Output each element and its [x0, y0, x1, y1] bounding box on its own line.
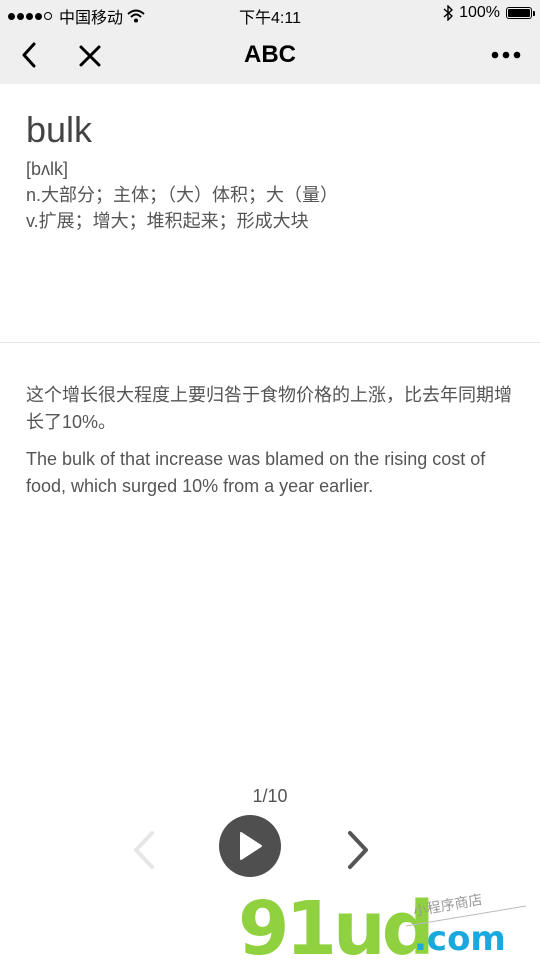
word-card: bulk [bʌlk] n.大部分；主体；（大）体积；大（量） v.扩展；增大；… [26, 108, 516, 234]
status-right: 100% [443, 4, 535, 22]
battery-percent: 100% [459, 4, 500, 21]
divider [0, 342, 540, 343]
headword: bulk [26, 109, 93, 150]
watermark-logo: 91ud .com 小程序商店 [238, 886, 527, 960]
next-button[interactable] [338, 826, 378, 874]
more-icon [491, 51, 521, 59]
phonetic: [bʌlk] [26, 159, 69, 179]
chevron-right-icon [348, 831, 368, 869]
status-bar: 中国移动 下午4:11 100% [0, 0, 540, 28]
bluetooth-icon [443, 5, 454, 21]
play-icon [240, 832, 262, 860]
battery-level [508, 9, 530, 17]
more-button[interactable] [486, 40, 526, 70]
example-sentence: 这个增长很大程度上要归咎于食物价格的上涨，比去年同期增长了10%。 The bu… [26, 382, 516, 500]
chevron-left-icon [134, 831, 154, 869]
watermark-domain: .com [414, 919, 506, 959]
example-english: The bulk of that increase was blamed on … [26, 449, 486, 496]
page-indicator: 1/10 [252, 786, 288, 806]
definition-noun: n.大部分；主体；（大）体积；大（量） [26, 185, 339, 205]
nav-bar: ABC [0, 28, 540, 84]
previous-button[interactable] [124, 826, 164, 874]
page-title: ABC [244, 41, 296, 68]
definition-verb: v.扩展；增大；堆积起来；形成大块 [26, 211, 309, 231]
example-chinese: 这个增长很大程度上要归咎于食物价格的上涨，比去年同期增长了10%。 [26, 385, 512, 432]
battery-icon [506, 7, 535, 19]
play-button[interactable] [219, 815, 281, 877]
watermark-logo-text: 91ud [238, 886, 431, 960]
status-time: 下午4:11 [239, 10, 301, 27]
